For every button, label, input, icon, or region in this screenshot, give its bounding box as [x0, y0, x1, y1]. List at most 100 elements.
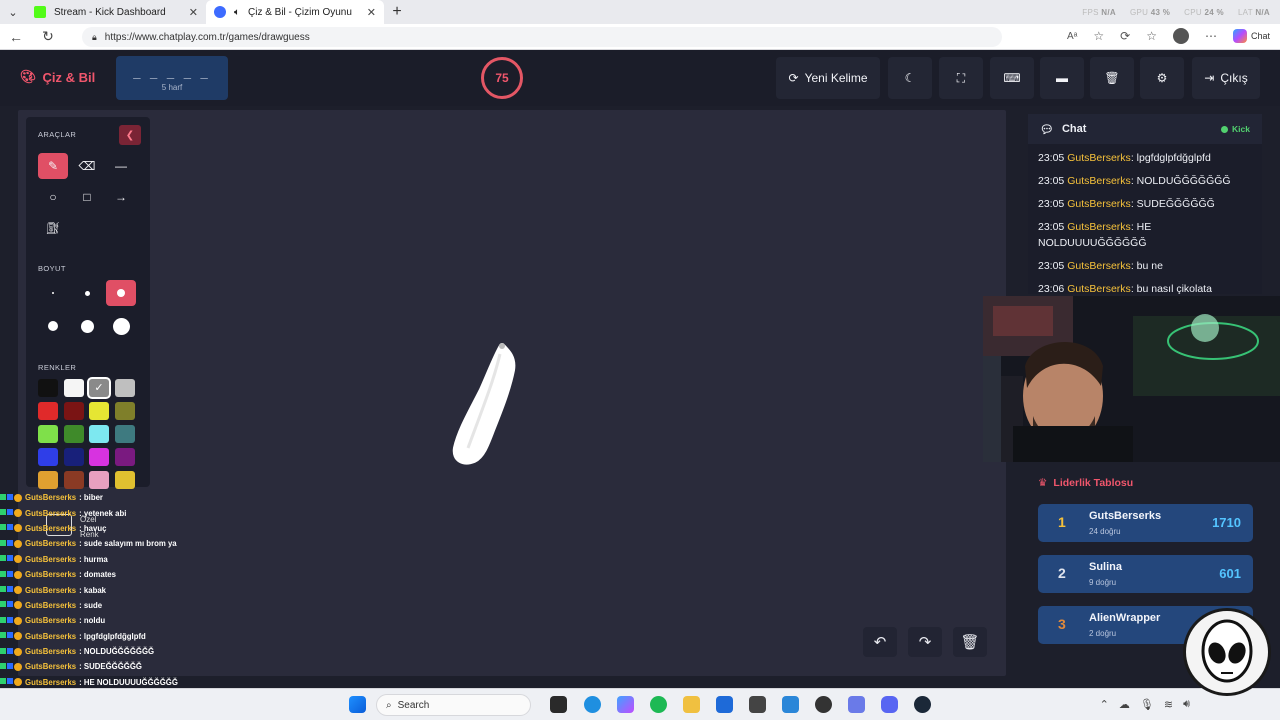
copilot-chat-button[interactable]: Chat	[1232, 29, 1270, 43]
brand-title: Çiz & Bil	[42, 69, 96, 85]
lat-value: N/A	[1255, 7, 1270, 17]
color-swatch[interactable]	[63, 379, 84, 397]
rectangle-tool[interactable]: □	[72, 184, 102, 210]
overlay-username: GutsBerserks	[25, 662, 77, 672]
redo-button[interactable]: ↷	[908, 627, 942, 657]
color-swatch[interactable]	[114, 471, 135, 489]
exit-label: Çıkış	[1220, 71, 1248, 85]
badge-icon	[7, 678, 13, 685]
url-field[interactable]: 🔒︎ https://www.chatplay.com.tr/games/dra…	[82, 27, 1002, 47]
badge-icon	[0, 616, 6, 623]
color-swatch[interactable]	[89, 425, 109, 443]
color-swatch[interactable]	[114, 448, 135, 466]
size-title: BOYUT	[38, 264, 66, 273]
size-4-button[interactable]	[38, 313, 68, 339]
size-2-button[interactable]	[72, 280, 102, 306]
chat-message: 23:05 GutsBerserks: NOLDUĞĞĞĞĞĞĞ	[1038, 173, 1254, 189]
sync-icon[interactable]: ⟳	[1120, 29, 1130, 43]
color-swatch[interactable]	[38, 471, 58, 489]
color-swatch[interactable]	[63, 448, 84, 466]
color-swatch[interactable]	[114, 402, 135, 420]
app-icon[interactable]	[848, 696, 865, 713]
obs-icon[interactable]	[815, 696, 832, 713]
color-swatch[interactable]	[89, 471, 109, 489]
back-icon[interactable]: ←	[0, 29, 32, 45]
read-aloud-icon[interactable]: Aᵃ	[1067, 31, 1077, 42]
color-swatch[interactable]: ✓	[89, 379, 109, 397]
brand[interactable]: 🎨︎ Çiz & Bil	[20, 69, 95, 85]
refresh-icon[interactable]: ↻	[32, 28, 64, 45]
collections-icon[interactable]: ☆	[1146, 29, 1157, 43]
tab-list-chevron-icon[interactable]: ⌄	[0, 0, 26, 24]
new-tab-button[interactable]: +	[384, 3, 410, 21]
more-menu-icon[interactable]: ⋯	[1205, 29, 1217, 43]
badge-icon	[14, 601, 22, 610]
store-icon[interactable]	[716, 696, 733, 713]
color-swatch[interactable]	[38, 425, 58, 443]
circle-tool[interactable]: ○	[38, 184, 68, 210]
start-icon[interactable]	[349, 696, 366, 713]
undo-button[interactable]: ↶	[863, 627, 897, 657]
profile-avatar[interactable]	[1172, 28, 1189, 44]
color-swatch[interactable]	[114, 425, 135, 443]
color-swatch[interactable]	[114, 379, 135, 397]
size-5-button[interactable]	[72, 313, 102, 339]
player-drawing	[452, 343, 516, 465]
lock-icon: 🔒︎	[92, 31, 97, 42]
color-swatch[interactable]	[63, 425, 84, 443]
overlay-username: GutsBerserks	[25, 554, 77, 564]
collapse-panel-button[interactable]: ❮	[119, 125, 141, 145]
logout-icon: ⇥	[1204, 71, 1215, 85]
theme-toggle-button[interactable]: ☾	[888, 57, 932, 99]
color-swatch[interactable]	[89, 402, 109, 420]
favorite-star-icon[interactable]: ☆	[1093, 29, 1104, 43]
keyboard-button[interactable]: ⌨	[990, 57, 1034, 99]
spotify-icon[interactable]	[650, 696, 667, 713]
archive-button[interactable]: ▬	[1040, 57, 1084, 99]
file-explorer-icon[interactable]	[683, 696, 700, 713]
pencil-tool[interactable]: ✎	[38, 153, 68, 179]
fill-tool[interactable]: ⛽︎	[38, 215, 68, 241]
task-view-icon[interactable]	[550, 696, 567, 713]
delete-button[interactable]: 🗑︎	[1090, 57, 1134, 99]
color-swatch[interactable]	[89, 448, 109, 466]
speaker-icon[interactable]: 🔈︎	[234, 7, 240, 18]
copilot-icon[interactable]	[617, 696, 634, 713]
size-6-button[interactable]	[106, 313, 136, 339]
size-3-button[interactable]	[106, 280, 136, 306]
color-swatch[interactable]	[38, 448, 58, 466]
network-icon[interactable]: ☁	[1119, 698, 1130, 711]
app-icon[interactable]	[749, 696, 766, 713]
new-word-button[interactable]: ⟳ Yeni Kelime	[776, 57, 880, 99]
color-swatch[interactable]	[63, 402, 84, 420]
steam-icon[interactable]	[914, 696, 931, 713]
volume-icon[interactable]: 🔊︎	[1183, 698, 1190, 711]
platform-label: Kick	[1232, 124, 1250, 134]
clear-canvas-button[interactable]: 🗑︎	[953, 627, 987, 657]
eraser-tool[interactable]: ⌫	[72, 153, 102, 179]
chevron-up-icon[interactable]: ⌃	[1100, 698, 1109, 711]
color-swatch[interactable]	[63, 471, 84, 489]
discord-icon[interactable]	[881, 696, 898, 713]
arrow-tool[interactable]: →	[106, 184, 136, 210]
user-badges	[0, 524, 22, 533]
color-swatch[interactable]	[38, 402, 58, 420]
edge-icon[interactable]	[584, 696, 601, 713]
overlay-message: : NOLDUĞĞĞĞĞĞĞ	[79, 647, 155, 657]
close-tab-icon[interactable]: ✕	[367, 6, 376, 19]
fullscreen-button[interactable]: ⛶	[939, 57, 983, 99]
mic-icon[interactable]: 🎙︎	[1140, 698, 1154, 711]
taskbar-search[interactable]: ⌕ Search	[376, 694, 531, 716]
color-swatch[interactable]	[38, 379, 58, 397]
tab-ciz-bil[interactable]: 🔈︎ Çiz & Bil - Çizim Oyunu ✕	[206, 0, 384, 24]
tab-kick-dashboard[interactable]: Stream - Kick Dashboard ✕	[26, 0, 206, 24]
exit-button[interactable]: ⇥ Çıkış	[1192, 57, 1260, 99]
wifi-icon[interactable]: ≋	[1164, 698, 1173, 711]
app-icon[interactable]	[782, 696, 799, 713]
settings-button[interactable]: ⚙	[1140, 57, 1184, 99]
line-tool[interactable]: —	[106, 153, 136, 179]
size-1-button[interactable]	[38, 280, 68, 306]
search-label: Search	[397, 699, 430, 711]
overlay-chat-line: GutsBerserks: biber	[0, 490, 215, 505]
close-tab-icon[interactable]: ✕	[189, 6, 198, 19]
